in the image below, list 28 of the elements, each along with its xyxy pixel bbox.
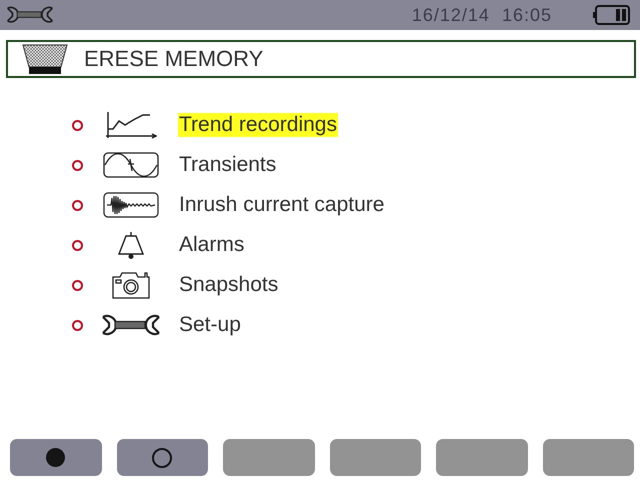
menu-item[interactable]: Snapshots bbox=[178, 273, 280, 297]
erase-bin-icon bbox=[22, 43, 68, 75]
softkey-button[interactable] bbox=[10, 439, 102, 476]
bullet-icon bbox=[72, 280, 83, 290]
ring-icon bbox=[152, 448, 172, 468]
menu-item[interactable]: Set-up bbox=[178, 313, 242, 337]
bullet-icon bbox=[72, 160, 83, 170]
softkey-button[interactable] bbox=[116, 439, 208, 476]
inrush-wave-icon bbox=[103, 192, 159, 218]
menu-item[interactable]: Transients bbox=[178, 153, 278, 177]
bullet-icon bbox=[72, 120, 83, 130]
screen-title: ERESE MEMORY bbox=[84, 46, 264, 72]
line-chart-icon bbox=[105, 111, 157, 139]
battery-icon bbox=[592, 5, 630, 25]
menu-item[interactable]: Alarms bbox=[178, 233, 246, 257]
bullet-icon bbox=[72, 320, 83, 330]
bullet-icon bbox=[72, 240, 83, 250]
camera-icon bbox=[112, 271, 150, 299]
menu-item[interactable]: Inrush current capture bbox=[178, 193, 386, 217]
date-text: 16/12/14 bbox=[412, 4, 490, 24]
menu-item[interactable]: Trend recordings bbox=[178, 113, 338, 137]
sine-wave-icon bbox=[103, 152, 159, 178]
time-text: 16:05 bbox=[502, 4, 552, 24]
bullet-icon bbox=[72, 200, 83, 210]
filled-dot-icon bbox=[46, 448, 66, 467]
bell-icon bbox=[117, 231, 145, 259]
wrench-icon bbox=[101, 313, 161, 337]
wrench-icon bbox=[6, 5, 54, 25]
